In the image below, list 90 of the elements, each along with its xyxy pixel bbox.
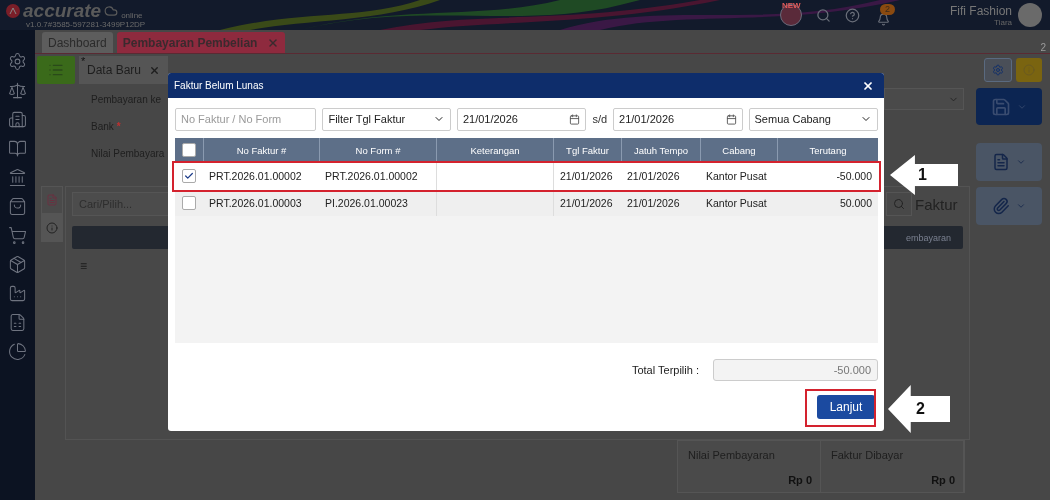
save-button[interactable] [976,88,1042,125]
row-checkbox[interactable] [182,169,196,183]
version-text: v1.0.7#3585-597281-3499P12DP [25,19,147,29]
settings-icon [992,64,1004,76]
calendar-icon [725,113,737,125]
settings-button[interactable] [984,58,1012,82]
column-header: Terutang [777,138,878,162]
search-button[interactable] [886,192,912,216]
total-label: Total Terpilih : [631,364,699,376]
callout-number: 1 [918,166,927,184]
caret-icon [1016,201,1026,211]
close-icon[interactable] [149,64,161,76]
check-icon [184,171,194,181]
select-all-checkbox[interactable] [182,143,196,157]
document-icon [46,194,58,206]
table-cell-text: PRT.2026.01.00002 [208,169,303,184]
logo-subtitle: online [121,10,143,20]
info-side-tab[interactable] [41,214,63,242]
pie-chart-icon[interactable] [8,342,27,361]
search-icon[interactable] [815,7,831,23]
table-cell-text: 21/01/2026 [626,196,681,211]
help-icon[interactable] [844,7,860,23]
notification-badge: 2 [879,4,895,15]
calendar-icon [569,113,581,125]
settings-icon[interactable] [8,52,27,71]
table-cell-text: PRT.2026.01.00002 [324,169,419,184]
bag-icon[interactable] [8,197,27,216]
summary-value: Rp 0 [931,474,955,486]
bell-icon[interactable] [877,13,891,26]
close-icon [862,79,874,92]
table-cell-text: 50.000 [838,196,873,211]
table-cell-text: PI.2026.01.00023 [324,196,409,211]
search-field[interactable]: No Faktur / No Form [175,107,317,131]
user-name: Tiara [994,17,1012,27]
column-header: Jatuh Tempo [621,138,700,162]
list-icon [48,62,64,78]
date-filter-select[interactable]: Filter Tgl Faktur [322,107,451,131]
continue-button[interactable]: Lanjut [817,395,875,419]
factory-icon[interactable] [8,284,27,303]
dropdown-field[interactable] [884,88,964,110]
whats-new-icon[interactable]: NEW [779,4,802,26]
table-cell-text: -50.000 [835,169,873,184]
new-label: NEW [781,2,801,10]
company-name: Fifi Fashion [949,3,1012,18]
document-button[interactable] [976,143,1042,181]
cloud-icon [104,3,119,18]
column-header: Tgl Faktur [553,138,621,162]
building-icon[interactable] [8,110,27,129]
branch-select[interactable]: Semua Cabang [748,107,878,131]
package-icon[interactable] [8,255,27,274]
table-cell-text: Kantor Pusat [705,196,768,211]
save-icon [991,96,1011,117]
dialog-title: Faktur Belum Lunas [174,80,264,91]
column-header: No Faktur # [203,138,319,162]
tab-counter[interactable]: 2 [1040,42,1050,53]
avatar[interactable] [1018,3,1042,27]
table-cell: 21/01/2026 [553,190,621,216]
attachment-button[interactable] [976,187,1042,225]
table-cell-text: PRT.2026.01.00003 [208,196,303,211]
scale-icon[interactable] [8,81,27,100]
search-icon [893,198,905,210]
paperclip-icon [992,197,1010,215]
caret-icon [1016,157,1026,167]
callout-number: 2 [916,400,925,418]
date-field[interactable]: 21/01/2026 [456,107,587,131]
close-button[interactable] [862,79,874,92]
range-separator: s/d [592,113,608,125]
column-header: No Form # [319,138,436,162]
column-header: embayaran [905,232,951,243]
highlight-frame [805,389,876,427]
spreadsheet-icon[interactable] [8,313,27,332]
grid-menu[interactable]: ≡ [72,259,87,273]
info-icon [46,222,58,234]
column-header: Keterangan [436,138,553,162]
document-icon [992,153,1010,171]
book-icon[interactable] [8,139,27,158]
table-cell-text: 21/01/2026 [626,169,681,184]
table-cell-text: Kantor Pusat [705,169,768,184]
date-field[interactable]: 21/01/2026 [613,107,743,131]
cart-icon[interactable] [8,226,27,245]
left-arrow-icon [888,385,950,433]
bank-icon[interactable] [8,168,27,187]
column-header: Cabang [700,138,777,162]
logo-icon [6,3,20,18]
modified-mark: * [81,55,86,67]
total-field: -50.000 [713,359,878,381]
logo-text: accurate [23,1,102,20]
left-arrow-icon [890,155,958,195]
row-checkbox[interactable] [182,196,196,210]
summary-value: Rp 0 [788,474,812,486]
